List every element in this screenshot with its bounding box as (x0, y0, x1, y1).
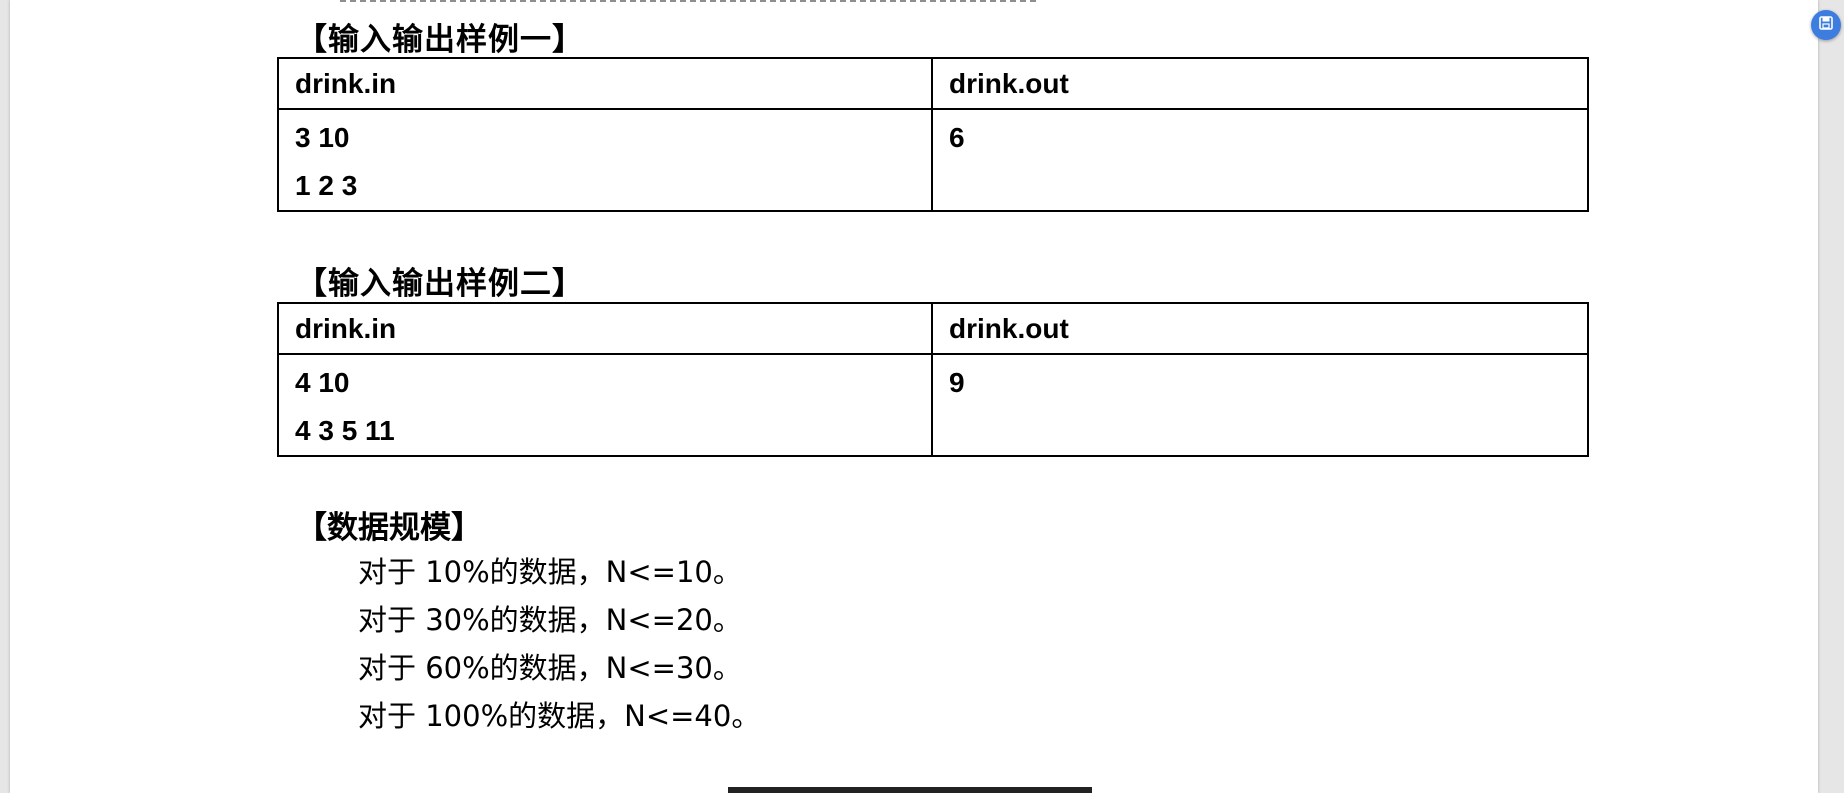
table-row: 4 10 4 3 5 11 9 (277, 353, 1589, 457)
output-file-header: drink.out (931, 57, 1589, 110)
input-file-header: drink.in (277, 302, 933, 355)
sample2-table: drink.in drink.out 4 10 4 3 5 11 9 (277, 302, 1589, 457)
list-item: 对于 60%的数据，N<=30。 (358, 651, 742, 685)
sample-input-cell: 3 10 1 2 3 (277, 108, 933, 212)
input-line: 4 10 (295, 367, 350, 398)
table-header-row: drink.in drink.out (277, 302, 1589, 355)
save-floating-button[interactable] (1811, 10, 1841, 40)
table-row: 3 10 1 2 3 6 (277, 108, 1589, 212)
list-item: 对于 100%的数据，N<=40。 (358, 699, 761, 733)
next-content-edge (728, 787, 1092, 793)
save-icon (1818, 15, 1834, 36)
data-scale-heading: 【数据规模】 (296, 510, 482, 546)
list-item: 对于 30%的数据，N<=20。 (358, 603, 742, 637)
input-line: 1 2 3 (295, 170, 358, 201)
sample2-heading: 【输入输出样例二】 (296, 266, 584, 302)
document-viewer: 【输入输出样例一】 drink.in drink.out 3 10 1 2 3 … (0, 0, 1844, 793)
input-line: 4 3 5 11 (295, 415, 395, 446)
sample-output-cell: 6 (931, 108, 1589, 212)
sample-output-cell: 9 (931, 353, 1589, 457)
input-line: 3 10 (295, 122, 350, 153)
sample1-table: drink.in drink.out 3 10 1 2 3 6 (277, 57, 1589, 212)
output-line: 6 (949, 122, 965, 153)
data-scale-list: 对于 10%的数据，N<=10。 对于 30%的数据，N<=20。 对于 60%… (358, 548, 760, 740)
output-line: 9 (949, 367, 965, 398)
document-page: 【输入输出样例一】 drink.in drink.out 3 10 1 2 3 … (10, 0, 1818, 793)
sample-input-cell: 4 10 4 3 5 11 (277, 353, 933, 457)
output-file-header: drink.out (931, 302, 1589, 355)
table-header-row: drink.in drink.out (277, 57, 1589, 110)
sample1-heading: 【输入输出样例一】 (296, 22, 584, 58)
list-item: 对于 10%的数据，N<=10。 (358, 555, 742, 589)
scroll-gutter[interactable] (1818, 0, 1844, 793)
input-file-header: drink.in (277, 57, 933, 110)
previous-text-cutoff (340, 0, 1040, 2)
